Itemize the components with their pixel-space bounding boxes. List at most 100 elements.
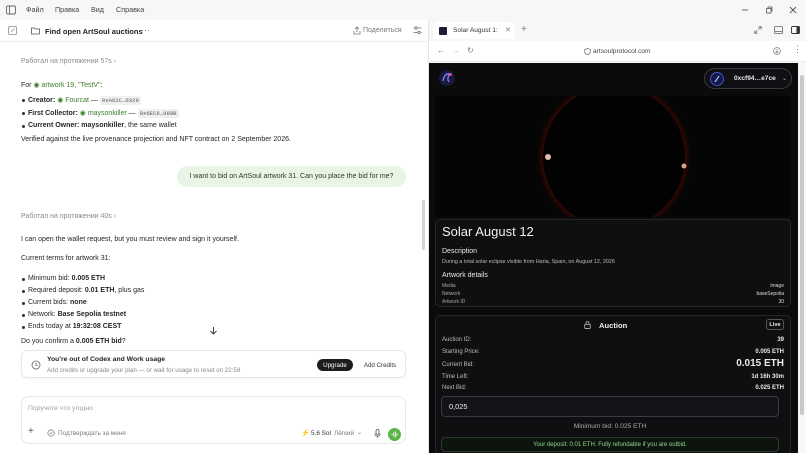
starting-price-value: 0.005 ETH xyxy=(755,349,784,355)
artwork-info-card: Solar August 12 Description During a tot… xyxy=(435,219,791,307)
site-info-icon[interactable] xyxy=(584,48,591,55)
model-icon: ⚡ xyxy=(301,430,310,437)
title-bar: Файл Правка Вид Справка xyxy=(0,0,806,20)
current-bid-label: Current Bid: xyxy=(442,362,475,368)
auction-id-label: Auction ID: xyxy=(442,337,472,343)
worked-duration-2[interactable]: Работал на протяжении 40s › xyxy=(21,213,116,220)
worked-duration-1[interactable]: Работал на протяжении 57s › xyxy=(21,58,116,65)
reload-icon[interactable]: ↻ xyxy=(467,46,474,55)
minimize-icon[interactable] xyxy=(738,3,752,17)
artwork-description: During a total solar eclipse visible fro… xyxy=(442,259,615,265)
menu-view[interactable]: Вид xyxy=(91,5,104,14)
usage-clock-icon xyxy=(31,360,41,370)
bid-amount-input[interactable]: 0,025 xyxy=(441,396,779,417)
back-icon[interactable]: ← xyxy=(437,46,445,55)
chat-header: Find open ArtSoul auctions ⋯ Поделиться xyxy=(0,20,428,42)
term-ends: Ends today at 19:32:08 CEST xyxy=(21,323,122,330)
details-heading: Artwork details xyxy=(442,272,488,279)
composer-toolbar: + Подтверждать за меня ⚡ 5.6 Sol Лёгкий … xyxy=(28,426,400,440)
add-attachment-icon[interactable]: + xyxy=(28,426,34,437)
usage-limit-card: You're out of Codex and Work usage Add c… xyxy=(21,350,406,378)
share-button[interactable]: Поделиться xyxy=(363,27,402,34)
detail-id-key: Artwork ID xyxy=(442,299,466,305)
chat-scrollbar[interactable] xyxy=(422,200,425,250)
add-credits-button[interactable]: Add Credits xyxy=(358,359,402,371)
page-scrollbar[interactable] xyxy=(800,75,804,415)
detail-media-value: image xyxy=(770,283,784,289)
menu-file[interactable]: Файл xyxy=(26,5,44,14)
menu-help[interactable]: Справка xyxy=(116,5,144,14)
download-icon[interactable] xyxy=(773,47,781,55)
first-collector-link[interactable]: ◉ maysonkiller xyxy=(80,110,127,117)
tab-title: Solar August 1: xyxy=(453,27,498,34)
detail-network-value: baseSepolia xyxy=(756,291,784,297)
scroll-down-icon[interactable] xyxy=(206,323,220,337)
creator-link[interactable]: ◉ Fourcat xyxy=(57,97,89,104)
menu-edit[interactable]: Правка xyxy=(55,5,79,14)
artwork-image[interactable] xyxy=(435,96,791,217)
panel-settings-icon[interactable] xyxy=(413,26,422,35)
reply-intro: I can open the wallet request, but you m… xyxy=(21,236,239,243)
term-network: Network: Base Sepolia testnet xyxy=(21,311,127,318)
current-bid-value: 0.015 ETH xyxy=(736,358,784,369)
artsoul-page: 0xcf94…e7ce ⌄ Solar August 12 Descriptio… xyxy=(429,63,798,453)
starting-price-label: Starting Price: xyxy=(442,349,480,355)
wallet-button[interactable]: 0xcf94…e7ce ⌄ xyxy=(704,68,792,89)
next-bid-value: 0.025 ETH xyxy=(755,385,784,391)
auction-lock-icon xyxy=(584,321,591,329)
sidebar-toggle-icon[interactable] xyxy=(6,5,16,15)
detail-network-key: Network xyxy=(442,291,461,297)
voice-send-button[interactable] xyxy=(388,428,401,441)
effort-selector[interactable]: Лёгкий xyxy=(334,430,354,437)
forward-icon[interactable]: → xyxy=(452,46,460,55)
tab-close-icon[interactable]: ✕ xyxy=(505,26,511,34)
new-chat-icon[interactable] xyxy=(8,26,17,35)
more-options-icon[interactable]: ⋯ xyxy=(141,25,150,36)
auction-id-value: 39 xyxy=(777,337,784,343)
detail-id-value: 30 xyxy=(778,299,784,305)
expand-icon[interactable] xyxy=(754,26,762,34)
minimum-bid-text: Minimum bid: 0.025 ETH xyxy=(573,423,647,430)
window-icon[interactable] xyxy=(774,26,783,34)
time-left-label: Time Left: xyxy=(442,374,469,380)
term-min-bid: Minimum bid: 0.005 ETH xyxy=(21,275,106,282)
term-current-bids: Current bids: none xyxy=(22,299,87,306)
composer: Поручите что угодно + Подтверждать за ме… xyxy=(21,396,406,444)
wallet-chevron-icon: ⌄ xyxy=(782,76,788,82)
chat-pane: Find open ArtSoul auctions ⋯ Поделиться … xyxy=(0,20,428,453)
artsoul-logo-icon[interactable] xyxy=(438,69,456,87)
artwork-link[interactable]: ◉ artwork 19, "TestV" xyxy=(33,82,100,89)
first-collector-line: First Collector: ◉ maysonkiller — 0x6EC8… xyxy=(22,109,179,118)
confirm-question: Do you confirm a 0.005 ETH bid? xyxy=(21,338,126,345)
time-left-value: 1d 16h 30m xyxy=(751,374,784,380)
prompt-input[interactable]: Поручите что угодно xyxy=(28,405,93,412)
usage-subtitle: Add credits or upgrade your plan — or wa… xyxy=(47,367,241,374)
auction-card: Auction Live Auction ID: 39 Starting Pri… xyxy=(435,315,791,453)
model-selector[interactable]: 5.6 Sol xyxy=(311,430,331,437)
browser-tab[interactable]: Solar August 1: ✕ xyxy=(433,22,515,39)
next-bid-label: Next Bid: xyxy=(442,385,467,391)
approve-for-me-toggle[interactable]: Подтверждать за меня xyxy=(58,430,126,437)
creator-line: Creator: ◉ Fourcat — 0xA61C…0329 xyxy=(22,96,141,105)
url-field[interactable]: artsoulprotocol.com xyxy=(593,48,651,55)
user-message-bubble: I want to bid on ArtSoul artwork 31. Can… xyxy=(177,166,406,187)
upgrade-button[interactable]: Upgrade xyxy=(317,359,353,371)
approval-icon xyxy=(47,429,55,437)
new-tab-icon[interactable]: + xyxy=(521,24,527,35)
wallet-avatar-icon xyxy=(710,72,724,86)
folder-icon xyxy=(31,26,40,35)
tab-favicon-icon xyxy=(439,27,447,35)
deposit-note: Your deposit: 0.01 ETH. Fully refundable… xyxy=(441,437,779,452)
provenance-line: For ◉ artwork 19, "TestV": xyxy=(21,82,103,89)
term-deposit: Required deposit: 0.01 ETH, plus gas xyxy=(21,287,145,294)
restore-icon[interactable] xyxy=(762,3,776,17)
side-panel-icon[interactable] xyxy=(791,26,800,34)
chevron-down-icon[interactable]: ⌄ xyxy=(357,429,362,436)
browser-menu-icon[interactable]: ⋮ xyxy=(793,44,802,55)
address-bar-row: ← → ↻ artsoulprotocol.com ⋮ xyxy=(429,41,806,62)
share-icon[interactable] xyxy=(353,26,361,35)
microphone-icon[interactable] xyxy=(374,429,381,438)
artwork-title: Solar August 12 xyxy=(442,224,534,239)
terms-title: Current terms for artwork 31: xyxy=(21,255,111,262)
close-window-icon[interactable] xyxy=(786,3,800,17)
